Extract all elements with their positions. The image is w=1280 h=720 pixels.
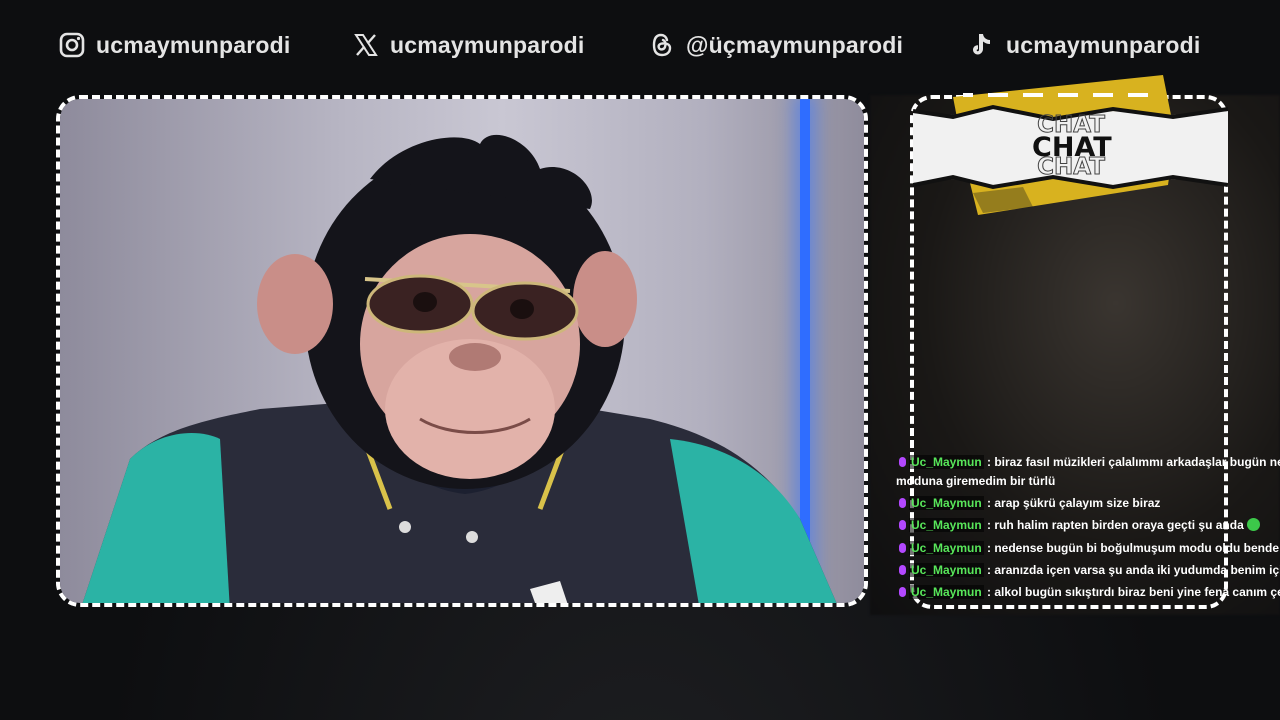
mic-icon xyxy=(899,520,906,530)
mic-icon xyxy=(899,457,906,467)
chat-message: Uc_Maymun : aranızda içen varsa şu anda … xyxy=(896,562,1280,578)
chat-username: Uc_Maymun xyxy=(909,518,984,532)
chat-text: moduna giremedim bir türlü xyxy=(896,474,1056,488)
social-handle: ucmaymunparodi xyxy=(390,31,585,58)
chat-username: Uc_Maymun xyxy=(909,585,984,599)
social-x: ucmaymunparodi xyxy=(352,22,585,68)
mic-icon xyxy=(899,543,906,553)
social-handle: @üçmaymunparodi xyxy=(686,31,904,58)
stream-overlay: ucmaymunparodi ucmaymunparodi @üçmaymunp… xyxy=(0,0,1280,720)
social-threads: @üçmaymunparodi xyxy=(648,22,903,68)
chat-message: Uc_Maymun : biraz fasıl müzikleri çalalı… xyxy=(896,454,1280,470)
mic-icon xyxy=(899,565,906,575)
monkey-avatar xyxy=(82,134,837,603)
social-bar: ucmaymunparodi ucmaymunparodi @üçmaymunp… xyxy=(0,22,1280,68)
social-handle: ucmaymunparodi xyxy=(96,31,291,58)
chat-message: Uc_Maymun : arap şükrü çalayım size bira… xyxy=(896,495,1160,511)
social-handle: ucmaymunparodi xyxy=(1006,31,1201,58)
chat-text: : arap şükrü çalayım size biraz xyxy=(983,496,1161,510)
chat-username: Uc_Maymun xyxy=(909,541,984,555)
chat-title-outline: CHAT xyxy=(1037,154,1106,181)
chat-username: Uc_Maymun xyxy=(909,563,984,577)
chat-message: Uc_Maymun : nedense bugün bi boğulmuşum … xyxy=(896,540,1280,556)
mic-icon xyxy=(899,498,906,508)
social-tiktok: ucmaymunparodi xyxy=(968,22,1201,68)
tiktok-icon xyxy=(973,34,990,55)
threads-icon xyxy=(652,33,672,57)
chat-text: : alkol bugün sıkıştırdı biraz beni yine… xyxy=(983,585,1280,599)
chat-username: Uc_Maymun xyxy=(909,496,984,510)
chat-text: : aranızda içen varsa şu anda iki yudumd… xyxy=(983,563,1280,577)
social-instagram: ucmaymunparodi xyxy=(58,22,291,68)
chat-text: : nedense bugün bi boğulmuşum modu oldu … xyxy=(983,541,1280,555)
chat-message: Uc_Maymun : ruh halim rapten birden oray… xyxy=(896,517,1260,533)
webcam-frame xyxy=(56,95,868,607)
emoji-icon xyxy=(1246,518,1260,531)
x-icon xyxy=(354,34,378,56)
chat-message-continuation: moduna giremedim bir türlü xyxy=(896,473,1055,489)
chat-text: : biraz fasıl müzikleri çalalımmı arkada… xyxy=(983,455,1280,469)
chat-username: Uc_Maymun xyxy=(909,455,984,469)
chat-text: : ruh halim rapten birden oraya geçti şu… xyxy=(983,518,1244,532)
chat-message: Uc_Maymun : alkol bugün sıkıştırdı biraz… xyxy=(896,584,1280,600)
mic-icon xyxy=(899,587,906,597)
instagram-icon xyxy=(59,32,85,58)
